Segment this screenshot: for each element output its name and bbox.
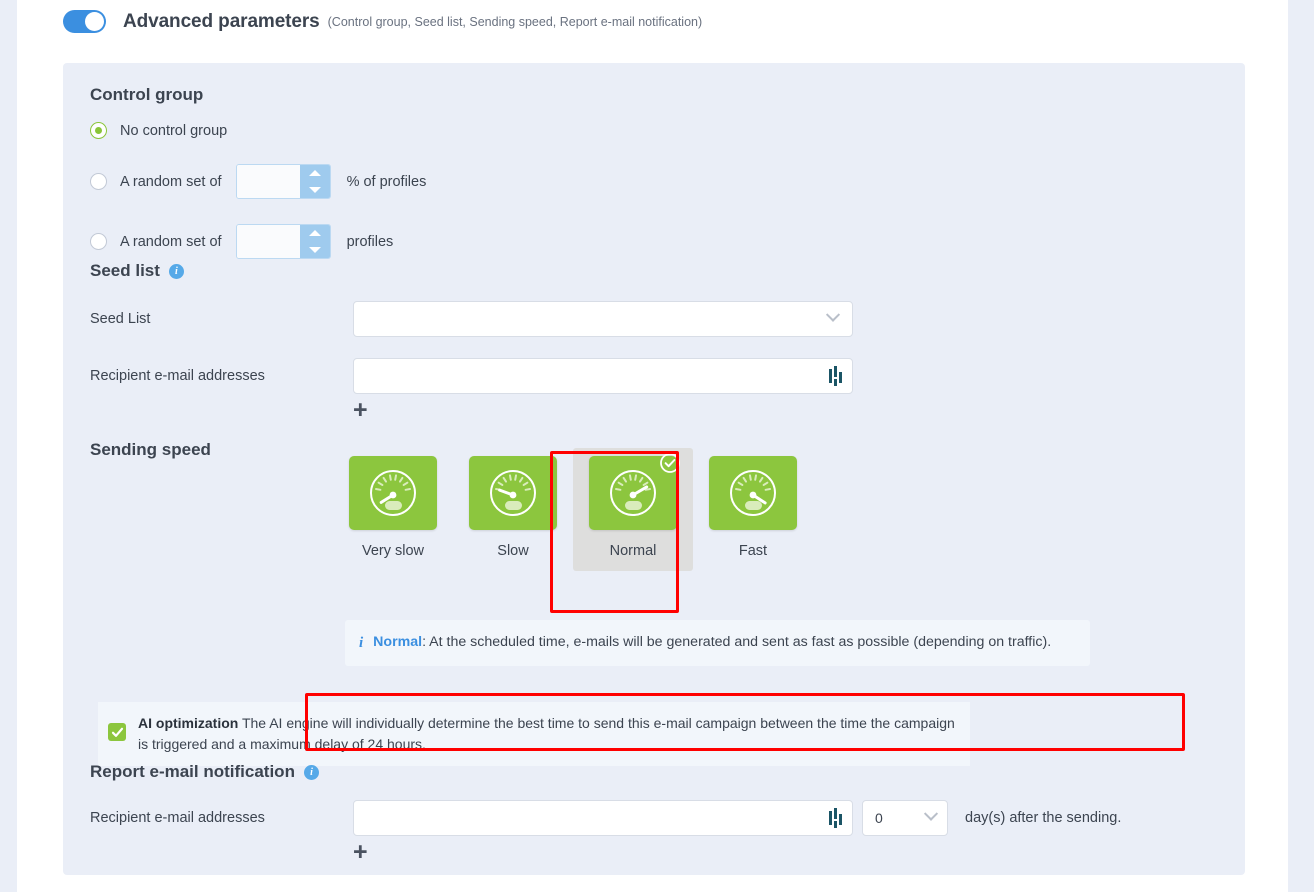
profiles-unit-label: profiles — [346, 233, 394, 250]
personalization-icon[interactable] — [828, 366, 844, 386]
seed-recipient-label: Recipient e-mail addresses — [90, 368, 265, 384]
seed-list-section: Seed list i Seed List Recipient e-mail a… — [90, 261, 1190, 423]
speed-tile-fast[interactable]: Fast — [693, 448, 813, 571]
control-group-option-percent[interactable]: A random set of % of profiles — [90, 164, 426, 199]
info-icon: i — [359, 635, 364, 651]
ai-optimization-text: AI optimization The AI engine will indiv… — [138, 713, 956, 755]
chevron-down-icon — [923, 806, 939, 821]
sending-speed-notice-text: Normal: At the scheduled time, e-mails w… — [373, 632, 1051, 654]
report-add-recipient-button[interactable]: + — [353, 840, 375, 865]
speed-tile-normal-icon-box — [589, 453, 680, 530]
gauge-icon — [490, 470, 536, 516]
radio-random-percent[interactable] — [90, 173, 107, 190]
seed-list-field-row: Seed List — [90, 301, 1190, 337]
info-icon[interactable]: i — [303, 764, 319, 780]
report-days-suffix: day(s) after the sending. — [965, 810, 1122, 826]
ai-optimization-checkbox[interactable] — [108, 723, 126, 741]
report-days-select[interactable]: 0 — [862, 800, 948, 836]
report-recipient-label: Recipient e-mail addresses — [90, 810, 265, 826]
profiles-spinner-buttons[interactable] — [299, 225, 330, 258]
sending-speed-tiles: Very slow Slow Normal Fast — [333, 448, 813, 571]
page-left-edge — [0, 0, 17, 892]
profiles-spinner[interactable] — [235, 224, 331, 259]
seed-recipient-field-row: Recipient e-mail addresses — [90, 358, 1190, 394]
speed-tile-very-slow-icon-box — [349, 456, 437, 530]
advanced-parameters-header: Advanced parameters (Control group, Seed… — [63, 10, 702, 33]
radio-label-no-control-group: No control group — [120, 122, 228, 139]
percent-spinner-up-icon[interactable] — [308, 170, 321, 177]
control-group-section: Control group No control group A random … — [90, 85, 426, 259]
radio-label-random-profiles: A random set of — [120, 233, 222, 250]
report-recipient-input[interactable] — [354, 801, 828, 835]
gauge-icon — [730, 470, 776, 516]
profiles-spinner-up-icon[interactable] — [308, 230, 321, 237]
report-days-value: 0 — [875, 810, 883, 826]
ai-optimization-row[interactable]: AI optimization The AI engine will indiv… — [98, 702, 970, 766]
chevron-down-icon — [825, 307, 841, 322]
seed-add-recipient-button[interactable]: + — [353, 398, 375, 423]
personalization-icon[interactable] — [828, 808, 844, 828]
radio-random-profiles[interactable] — [90, 233, 107, 250]
seed-list-select[interactable] — [353, 301, 853, 337]
speed-tile-very-slow-label: Very slow — [361, 543, 425, 559]
advanced-parameters-panel: Control group No control group A random … — [63, 63, 1245, 875]
ai-optimization-description: The AI engine will individually determin… — [138, 715, 955, 752]
selected-check-icon — [659, 452, 681, 479]
page-title: Advanced parameters — [123, 10, 320, 32]
info-icon[interactable]: i — [168, 263, 184, 279]
gauge-icon — [370, 470, 416, 516]
notice-description: : At the scheduled time, e-mails will be… — [422, 634, 1052, 650]
radio-label-random-percent: A random set of — [120, 173, 222, 190]
toggle-knob — [85, 12, 104, 31]
control-group-option-profiles[interactable]: A random set of profiles — [90, 224, 426, 259]
ai-optimization-title: AI optimization — [138, 715, 239, 731]
speed-tile-fast-label: Fast — [738, 543, 768, 559]
seed-recipient-input-box[interactable] — [353, 358, 853, 394]
profiles-input[interactable] — [236, 225, 300, 258]
speed-tile-fast-icon-box — [709, 456, 797, 530]
sending-speed-section: Sending speed Very slow Slow Normal Fast… — [90, 440, 1210, 766]
speed-tile-slow-icon-box — [469, 456, 557, 530]
percent-input[interactable] — [236, 165, 300, 198]
percent-unit-label: % of profiles — [346, 173, 427, 190]
report-notification-title-text: Report e-mail notification — [90, 762, 295, 781]
speed-tile-normal-label: Normal — [609, 543, 657, 559]
report-notification-section: Report e-mail notification i Recipient e… — [90, 762, 1210, 865]
control-group-title: Control group — [90, 85, 204, 104]
speed-tile-very-slow[interactable]: Very slow — [333, 448, 453, 571]
seed-list-title-text: Seed list — [90, 261, 160, 280]
seed-recipient-input[interactable] — [354, 359, 828, 393]
page-subtitle: (Control group, Seed list, Sending speed… — [327, 14, 703, 29]
percent-spinner-buttons[interactable] — [299, 165, 330, 198]
report-recipient-field-row: Recipient e-mail addresses 0 day(s) afte… — [90, 800, 1210, 836]
page-right-edge — [1288, 0, 1314, 892]
speed-tile-slow[interactable]: Slow — [453, 448, 573, 571]
speed-tile-slow-label: Slow — [497, 543, 529, 559]
sending-speed-notice: i Normal: At the scheduled time, e-mails… — [345, 620, 1090, 667]
advanced-parameters-toggle[interactable] — [63, 10, 106, 33]
seed-list-label: Seed List — [90, 311, 151, 327]
report-recipient-input-box[interactable] — [353, 800, 853, 836]
gauge-icon — [610, 470, 656, 516]
percent-spinner[interactable] — [235, 164, 331, 199]
notice-mode-name: Normal — [373, 634, 423, 650]
profiles-spinner-down-icon[interactable] — [308, 246, 321, 253]
control-group-option-none[interactable]: No control group — [90, 122, 426, 139]
speed-tile-normal[interactable]: Normal — [573, 448, 693, 571]
report-notification-title: Report e-mail notification i — [90, 762, 1210, 782]
radio-no-control-group[interactable] — [90, 122, 107, 139]
percent-spinner-down-icon[interactable] — [308, 186, 321, 193]
seed-list-title: Seed list i — [90, 261, 1190, 281]
